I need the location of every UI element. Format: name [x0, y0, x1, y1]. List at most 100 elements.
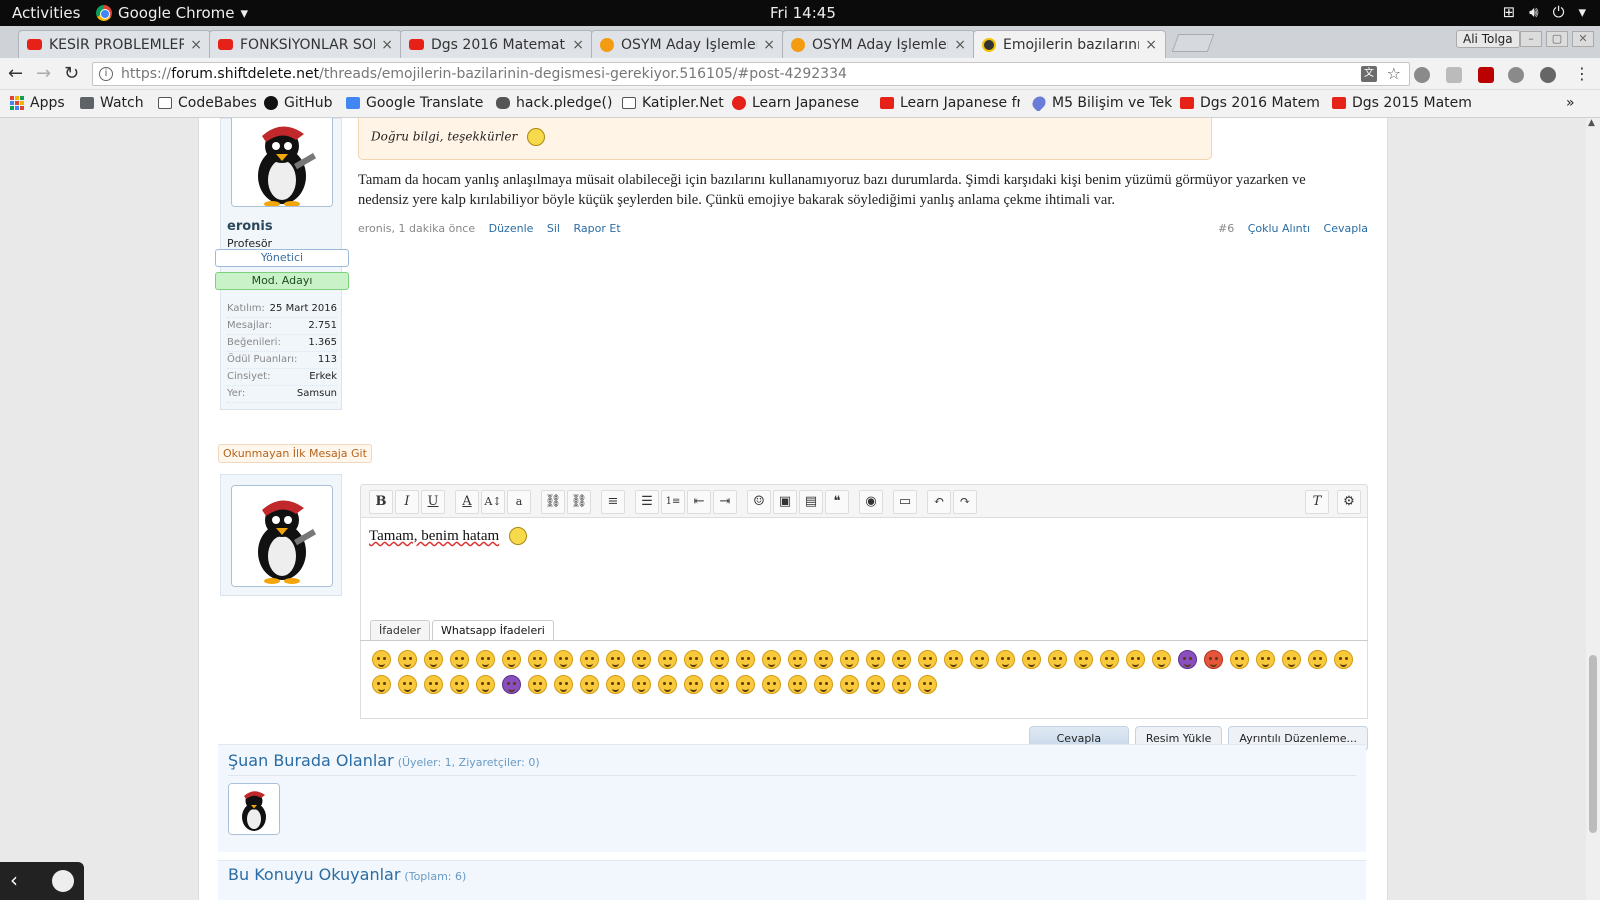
- power-icon[interactable]: ⏻: [1553, 3, 1565, 21]
- delete-link[interactable]: Sil: [547, 222, 560, 235]
- toggle-bbcode-icon[interactable]: ⚙: [1337, 490, 1361, 514]
- system-tray[interactable]: ⊞ 🔊︎ ⏻ ▾: [1503, 3, 1586, 21]
- image-icon[interactable]: ▣: [773, 490, 797, 514]
- extension-icon[interactable]: [1540, 67, 1556, 83]
- browser-tab[interactable]: FONKSİYONLAR SORU ×: [209, 30, 402, 58]
- emoji-icon[interactable]: [450, 675, 469, 694]
- avatar[interactable]: [231, 118, 333, 207]
- address-bar[interactable]: i https:// forum.shiftdelete.net /thread…: [92, 62, 1410, 86]
- browser-tab-active[interactable]: Emojilerin bazılarının ×: [973, 30, 1166, 58]
- emoji-icon[interactable]: [814, 650, 833, 669]
- emoji-icon[interactable]: [710, 650, 729, 669]
- font-size-icon[interactable]: A↕: [481, 490, 505, 514]
- emoji-icon[interactable]: [372, 675, 391, 694]
- bookmark-watch[interactable]: Watch: [80, 95, 144, 111]
- maximize-icon[interactable]: ▢: [1546, 31, 1568, 47]
- translate-icon[interactable]: 文: [1361, 66, 1377, 82]
- minimize-icon[interactable]: –: [1520, 31, 1542, 47]
- emoji-icon[interactable]: [970, 650, 989, 669]
- emoji-icon[interactable]: [632, 650, 651, 669]
- emoji-icon[interactable]: [424, 650, 443, 669]
- media-icon[interactable]: ▤: [799, 490, 823, 514]
- emoji-icon[interactable]: [658, 650, 677, 669]
- font-color-icon[interactable]: A: [455, 490, 479, 514]
- emoji-icon[interactable]: [1074, 650, 1093, 669]
- report-link[interactable]: Rapor Et: [574, 222, 621, 235]
- emoji-icon[interactable]: [1204, 650, 1223, 669]
- emoji-icon[interactable]: [814, 675, 833, 694]
- forward-icon[interactable]: →: [36, 63, 51, 84]
- emoji-icon[interactable]: [502, 650, 521, 669]
- emoji-icon[interactable]: [580, 675, 599, 694]
- emoji-icon[interactable]: [476, 675, 495, 694]
- username-link[interactable]: eronis: [227, 219, 273, 234]
- bullet-list-icon[interactable]: ☰: [635, 490, 659, 514]
- emoji-icon[interactable]: [580, 650, 599, 669]
- emoji-icon[interactable]: [1126, 650, 1145, 669]
- extension-icon[interactable]: [1508, 67, 1524, 83]
- emoji-icon[interactable]: [658, 675, 677, 694]
- close-icon[interactable]: ×: [381, 37, 393, 53]
- unlink-icon[interactable]: ⛓: [567, 490, 591, 514]
- back-icon[interactable]: ←: [8, 63, 23, 84]
- emoji-icon[interactable]: [866, 675, 885, 694]
- underline-icon[interactable]: U: [421, 490, 445, 514]
- emoji-icon[interactable]: [450, 650, 469, 669]
- post-author-time[interactable]: eronis, 1 dakika önce: [358, 222, 475, 235]
- emoji-icon[interactable]: [1230, 650, 1249, 669]
- bookmark-codebabes[interactable]: CodeBabes: [158, 95, 257, 111]
- align-icon[interactable]: ≡: [601, 490, 625, 514]
- emoji-icon[interactable]: [788, 675, 807, 694]
- redo-icon[interactable]: ↷: [953, 490, 977, 514]
- bookmarks-overflow-button[interactable]: »: [1566, 95, 1575, 111]
- emoji-icon[interactable]: [1152, 650, 1171, 669]
- save-draft-icon[interactable]: ▭: [893, 490, 917, 514]
- emoji-icon[interactable]: [996, 650, 1015, 669]
- chevron-down-icon[interactable]: ▾: [1578, 3, 1586, 21]
- tab-smilies[interactable]: İfadeler: [370, 620, 430, 640]
- smilies-icon[interactable]: ☺: [747, 490, 771, 514]
- post-number-link[interactable]: #6: [1218, 222, 1234, 235]
- readers-heading[interactable]: Bu Konuyu Okuyanlar (Toplam: 6): [228, 865, 466, 884]
- close-icon[interactable]: ×: [1145, 37, 1157, 53]
- indent-icon[interactable]: ⇥: [713, 490, 737, 514]
- browser-tab[interactable]: KESİR PROBLEMLERİ ×: [18, 30, 211, 58]
- emoji-icon[interactable]: [892, 650, 911, 669]
- emoji-icon[interactable]: [684, 650, 703, 669]
- emoji-icon[interactable]: [554, 675, 573, 694]
- bookmark-learn-japanese-yt[interactable]: Learn Japanese fr: [880, 95, 1020, 111]
- extension-icon[interactable]: [1414, 67, 1430, 83]
- reload-icon[interactable]: ↻: [64, 63, 79, 84]
- emoji-icon[interactable]: [502, 675, 521, 694]
- online-heading[interactable]: Şuan Burada Olanlar (Üyeler: 1, Ziyaretçi…: [228, 751, 540, 770]
- multi-quote-link[interactable]: Çoklu Alıntı: [1248, 222, 1310, 235]
- emoji-icon[interactable]: [1308, 650, 1327, 669]
- emoji-icon[interactable]: [736, 650, 755, 669]
- emoji-icon[interactable]: [528, 675, 547, 694]
- emoji-icon[interactable]: [788, 650, 807, 669]
- emoji-icon[interactable]: [762, 650, 781, 669]
- emoji-icon[interactable]: [1282, 650, 1301, 669]
- close-icon[interactable]: ×: [190, 37, 202, 53]
- new-tab-button[interactable]: [1171, 34, 1215, 52]
- browser-tab[interactable]: Dgs 2016 Matematik ×: [400, 30, 593, 58]
- app-menu[interactable]: Google Chrome ▾: [96, 4, 248, 22]
- emoji-icon[interactable]: [840, 650, 859, 669]
- menu-icon[interactable]: ⋮: [1574, 64, 1590, 83]
- emoji-icon[interactable]: [372, 650, 391, 669]
- emoji-icon[interactable]: [736, 675, 755, 694]
- reply-link[interactable]: Cevapla: [1324, 222, 1368, 235]
- steam-icon[interactable]: [52, 870, 74, 892]
- emoji-icon[interactable]: [892, 675, 911, 694]
- page-scrollbar[interactable]: ▲: [1586, 118, 1600, 900]
- emoji-icon[interactable]: [606, 675, 625, 694]
- bookmark-m5-bilisim[interactable]: M5 Bilişim ve Tek: [1032, 95, 1172, 111]
- scrollbar-thumb[interactable]: [1589, 655, 1597, 833]
- shield-icon[interactable]: [1446, 67, 1462, 83]
- numbered-list-icon[interactable]: 1≡: [661, 490, 685, 514]
- emoji-icon[interactable]: [424, 675, 443, 694]
- clock[interactable]: Fri 14:45: [770, 4, 836, 22]
- emoji-icon[interactable]: [840, 675, 859, 694]
- undo-icon[interactable]: ↶: [927, 490, 951, 514]
- star-icon[interactable]: ☆: [1387, 64, 1401, 83]
